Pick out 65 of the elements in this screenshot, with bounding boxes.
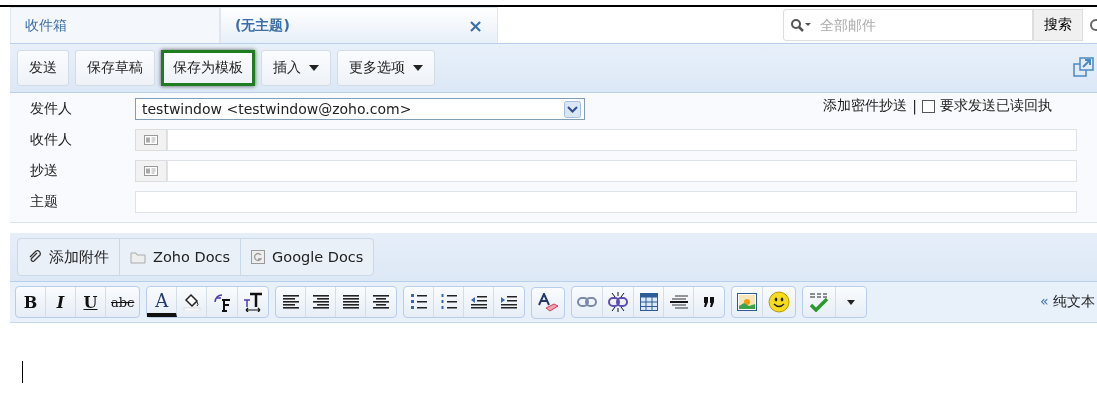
contact-card-icon — [144, 135, 158, 145]
field-label: 发件人 — [30, 100, 73, 118]
search-input[interactable]: 全部邮件 — [820, 11, 1032, 39]
justify-icon — [342, 295, 359, 309]
search-field[interactable]: 全部邮件 — [783, 9, 1033, 41]
numbered-list-icon — [440, 294, 457, 310]
image-icon — [737, 293, 758, 311]
checkbox-label: 要求发送已读回执 — [940, 97, 1052, 115]
field-label: 主题 — [30, 193, 59, 211]
toolbar-button[interactable]: 插入 — [261, 50, 331, 86]
caret-icon — [847, 299, 856, 305]
bcc-link[interactable]: 添加密件抄送 — [823, 97, 908, 115]
field-label: 收件人 — [30, 131, 73, 149]
underline-button[interactable]: U — [76, 287, 106, 317]
align-left-icon — [282, 295, 299, 309]
font-color-button[interactable]: A — [147, 287, 178, 317]
font-size-icon — [243, 292, 264, 312]
spell-check-icon — [808, 292, 831, 312]
folder-icon — [130, 250, 146, 264]
italic-button[interactable]: I — [46, 287, 76, 317]
paint-bucket-icon — [182, 293, 201, 311]
eraser-icon — [537, 293, 560, 313]
attach-button[interactable]: Zoho Docs — [120, 239, 242, 275]
bold-button[interactable]: B — [16, 287, 46, 317]
popout-icon[interactable] — [1073, 56, 1095, 78]
close-icon[interactable]: × — [467, 15, 483, 36]
toolbar-button[interactable]: 发送 — [17, 50, 69, 86]
contact-card-icon — [144, 166, 158, 176]
tab[interactable]: 收件箱 — [10, 7, 220, 43]
quote-icon — [703, 296, 716, 308]
input-field[interactable] — [167, 129, 1077, 151]
dropdown-icon — [564, 100, 581, 118]
indent-icon — [501, 295, 518, 309]
broken-link-icon — [608, 292, 629, 312]
horizontal-rule-icon — [669, 294, 688, 310]
paperclip-icon — [28, 250, 42, 264]
document-icon — [251, 250, 266, 264]
align-center-icon — [373, 295, 390, 309]
search-button[interactable]: 搜索 — [1033, 9, 1083, 41]
link-icon — [577, 297, 598, 307]
input-field[interactable] — [135, 191, 1077, 213]
toolbar-button[interactable]: 更多选项 — [337, 50, 435, 86]
font-family-icon — [212, 292, 233, 312]
toolbar-button[interactable]: 保存草稿 — [75, 50, 155, 86]
outdent-icon — [470, 295, 487, 309]
attach-button[interactable]: Google Docs — [241, 239, 374, 275]
attach-button[interactable]: 添加附件 — [18, 239, 120, 275]
contacts-button[interactable] — [135, 160, 167, 182]
table-icon — [639, 293, 658, 311]
search-icon[interactable] — [790, 18, 812, 32]
contacts-button[interactable] — [135, 129, 167, 151]
sender-dropdown[interactable]: testwindow <testwindow@zoho.com> — [135, 98, 585, 120]
bullet-list-icon — [410, 294, 427, 310]
toolbar-button[interactable]: 保存为模板 — [161, 50, 255, 86]
separator: | — [912, 98, 917, 114]
clear-format-button[interactable] — [531, 287, 566, 319]
strikethrough-button[interactable]: abc — [106, 287, 140, 317]
checkbox[interactable] — [922, 99, 935, 113]
smiley-icon — [768, 291, 791, 313]
refresh-icon[interactable] — [1087, 17, 1097, 33]
align-right-icon — [312, 295, 329, 309]
tab[interactable]: (无主题) × — [220, 7, 498, 43]
input-field[interactable] — [167, 160, 1077, 182]
field-label: 抄送 — [30, 162, 59, 180]
plain-text-link[interactable]: « 纯文本 — [1039, 293, 1095, 311]
